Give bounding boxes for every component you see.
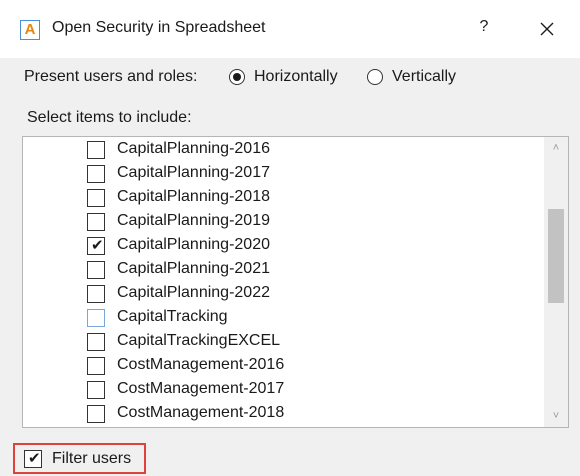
radio-vertically[interactable]	[367, 69, 383, 85]
checkmark-icon: ✔	[91, 237, 104, 254]
item-label: CostManagement-2018	[117, 404, 285, 421]
item-label: CapitalPlanning-2018	[117, 188, 270, 205]
scroll-up-arrow-icon[interactable]: ˄	[544, 137, 568, 159]
list-item[interactable]: CapitalPlanning-2019	[87, 210, 537, 234]
item-label: CapitalPlanning-2019	[117, 212, 270, 229]
list-scrollbar[interactable]: ˄ ˅	[544, 137, 568, 427]
list-item[interactable]: CapitalTrackingEXCEL	[87, 330, 537, 354]
list-item[interactable]: CapitalPlanning-2022	[87, 282, 537, 306]
help-button[interactable]: ?	[472, 18, 496, 40]
radio-selected-dot	[233, 73, 241, 81]
item-checkbox[interactable]	[87, 333, 105, 351]
select-items-label: Select items to include:	[27, 109, 192, 126]
item-label: CapitalPlanning-2017	[117, 164, 270, 181]
items-listbox[interactable]: CapitalPlanning-2016 CapitalPlanning-201…	[22, 136, 569, 428]
title-bar: A Open Security in Spreadsheet ?	[0, 0, 580, 58]
list-item[interactable]: CostManagement-2017	[87, 378, 537, 402]
list-item[interactable]: CapitalPlanning-2021	[87, 258, 537, 282]
close-icon	[540, 22, 554, 36]
list-item[interactable]: CapitalPlanning-2016	[87, 138, 537, 162]
item-checkbox[interactable]	[87, 381, 105, 399]
checkmark-icon: ✔	[28, 450, 41, 467]
item-checkbox[interactable]	[87, 285, 105, 303]
item-checkbox[interactable]	[87, 165, 105, 183]
item-label: CostManagement-2016	[117, 356, 285, 373]
item-checkbox[interactable]: ✔	[87, 237, 105, 255]
radio-horizontally[interactable]	[229, 69, 245, 85]
list-item[interactable]: CostManagement-2018	[87, 402, 537, 426]
item-checkbox[interactable]	[87, 357, 105, 375]
item-label: CostManagement-2017	[117, 380, 285, 397]
item-checkbox[interactable]	[87, 261, 105, 279]
item-label: CapitalPlanning-2022	[117, 284, 270, 301]
scroll-thumb[interactable]	[548, 209, 564, 303]
item-checkbox[interactable]	[87, 309, 105, 327]
list-item[interactable]: CostManagement-2016	[87, 354, 537, 378]
item-label: CapitalTrackingEXCEL	[117, 332, 281, 349]
item-checkbox[interactable]	[87, 405, 105, 423]
item-label: CapitalPlanning-2020	[117, 236, 270, 253]
open-security-dialog: A Open Security in Spreadsheet ? Present…	[0, 0, 580, 476]
item-label: CapitalPlanning-2016	[117, 140, 270, 157]
item-label: CapitalPlanning-2021	[117, 260, 270, 277]
item-checkbox[interactable]	[87, 189, 105, 207]
item-checkbox[interactable]	[87, 141, 105, 159]
list-item[interactable]: CapitalPlanning-2018	[87, 186, 537, 210]
list-item[interactable]: CapitalPlanning-2017	[87, 162, 537, 186]
radio-vertically-label[interactable]: Vertically	[392, 68, 456, 86]
close-button[interactable]	[532, 14, 562, 44]
filter-users-highlight: ✔ Filter users	[13, 443, 146, 474]
scroll-down-arrow-icon[interactable]: ˅	[544, 405, 568, 427]
list-item[interactable]: ✔ CapitalPlanning-2020	[87, 234, 537, 258]
filter-users-label[interactable]: Filter users	[52, 450, 131, 468]
present-users-roles-label: Present users and roles:	[24, 68, 198, 85]
item-checkbox[interactable]	[87, 213, 105, 231]
radio-horizontally-label[interactable]: Horizontally	[254, 68, 338, 86]
dialog-title: Open Security in Spreadsheet	[52, 19, 266, 36]
list-item[interactable]: CapitalTracking	[87, 306, 537, 330]
app-logo-icon: A	[20, 20, 40, 40]
item-label: CapitalTracking	[117, 308, 228, 325]
filter-users-checkbox[interactable]: ✔	[24, 450, 42, 468]
